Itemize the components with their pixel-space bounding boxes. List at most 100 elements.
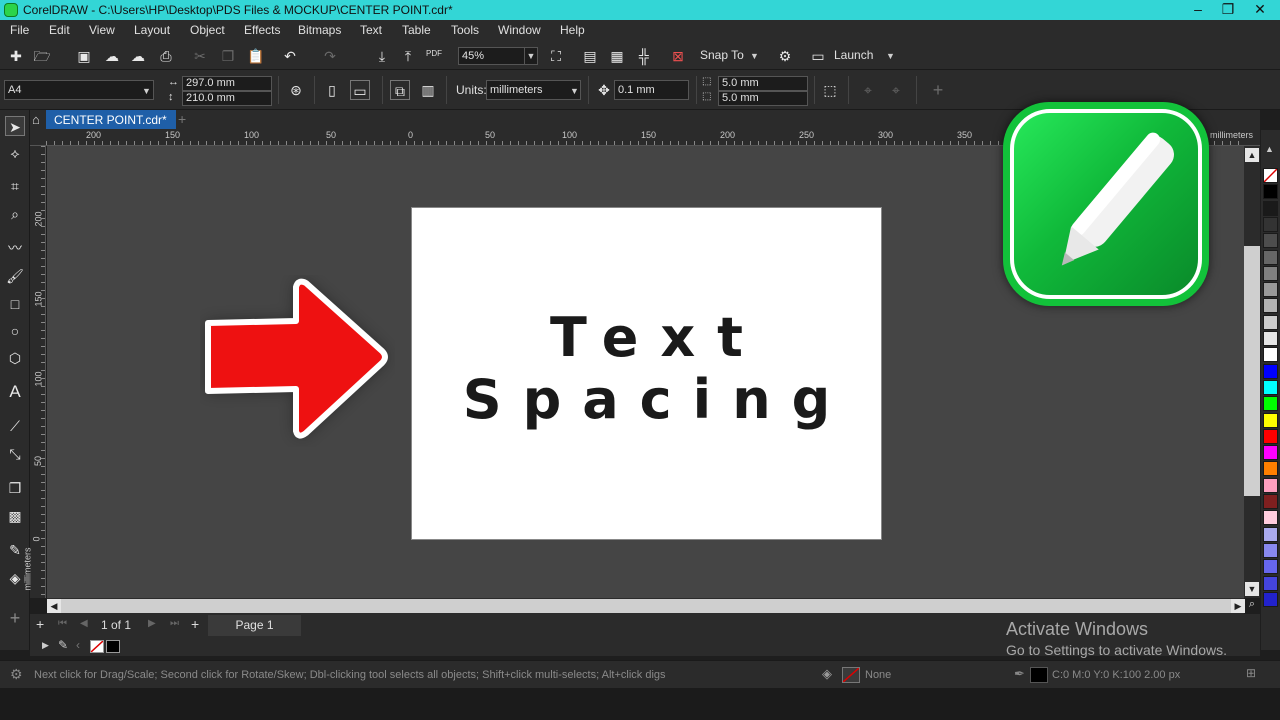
palette-swatch[interactable] bbox=[1263, 494, 1278, 509]
menu-object[interactable]: Object bbox=[190, 23, 225, 37]
horizontal-scroll-thumb[interactable] bbox=[61, 599, 1231, 613]
scroll-up-arrow-icon[interactable]: ▲ bbox=[1245, 148, 1259, 162]
restore-button[interactable]: ❐ bbox=[1214, 0, 1242, 20]
import-icon[interactable]: ⤓ bbox=[372, 46, 392, 66]
launch-icon[interactable]: ▭ bbox=[808, 46, 828, 66]
menu-text[interactable]: Text bbox=[360, 23, 382, 37]
copy-icon[interactable]: ❐ bbox=[218, 46, 238, 66]
connector-tool-icon[interactable]: ⤡ bbox=[5, 444, 25, 464]
add-page-after-icon[interactable]: + bbox=[191, 616, 199, 632]
redo-icon[interactable]: ↷ bbox=[320, 46, 340, 66]
collapse-arrow-icon[interactable]: ‹ bbox=[76, 638, 80, 652]
previous-page-icon[interactable]: ◀ bbox=[80, 618, 88, 629]
landscape-icon[interactable]: ▭ bbox=[350, 80, 370, 100]
home-icon[interactable]: ⌂ bbox=[32, 112, 46, 128]
show-grid-icon[interactable]: ▦ bbox=[607, 46, 627, 66]
palette-swatch[interactable] bbox=[1263, 331, 1278, 346]
add-tool-icon[interactable]: + bbox=[5, 608, 25, 628]
horizontal-scrollbar[interactable]: ◀ ▶ bbox=[47, 598, 1245, 614]
no-color-swatch[interactable] bbox=[90, 640, 104, 653]
artistic-media-tool-icon[interactable]: 🖌 bbox=[5, 266, 25, 286]
ellipse-tool-icon[interactable]: ○ bbox=[5, 321, 25, 341]
publish-pdf-icon[interactable]: PDF bbox=[426, 49, 442, 58]
pick-tool-icon[interactable]: ➤ bbox=[5, 116, 25, 136]
options-gear-icon[interactable]: ⚙ bbox=[775, 46, 795, 66]
edit-bleed-icon[interactable]: ⬚ bbox=[820, 80, 840, 100]
palette-swatch[interactable] bbox=[1263, 379, 1278, 395]
nudge-distance-field[interactable]: 0.1 mm bbox=[614, 80, 689, 100]
zoom-corner-icon[interactable]: ⌕ bbox=[1244, 598, 1260, 614]
page-tab[interactable]: Page 1 bbox=[208, 615, 301, 636]
align-icon[interactable]: ⌖ bbox=[886, 80, 906, 100]
dimension-tool-icon[interactable]: ⟋ bbox=[5, 416, 25, 436]
palette-swatch[interactable] bbox=[1263, 591, 1278, 607]
cloud-download-icon[interactable]: ☁ bbox=[128, 46, 148, 66]
zoom-level-field[interactable]: 45% bbox=[458, 47, 528, 65]
treat-as-filled-icon[interactable]: ⌖ bbox=[858, 80, 878, 100]
expand-arrow-icon[interactable]: ▶ bbox=[42, 640, 49, 651]
crop-tool-icon[interactable]: ⌗ bbox=[5, 176, 25, 196]
menu-view[interactable]: View bbox=[89, 23, 115, 37]
page-size-select[interactable]: A4 bbox=[4, 80, 154, 100]
launch-dropdown-arrow[interactable]: ▼ bbox=[886, 51, 895, 61]
zoom-dropdown-arrow[interactable]: ▼ bbox=[524, 47, 538, 65]
cloud-upload-icon[interactable]: ☁ bbox=[102, 46, 122, 66]
outline-color-swatch[interactable] bbox=[1030, 667, 1048, 683]
all-pages-icon[interactable]: ⧉ bbox=[390, 80, 410, 100]
menu-window[interactable]: Window bbox=[498, 23, 541, 37]
palette-swatch[interactable] bbox=[1263, 298, 1278, 314]
palette-swatch[interactable] bbox=[1263, 445, 1278, 461]
portrait-icon[interactable]: ▯ bbox=[322, 80, 342, 100]
palette-swatch[interactable] bbox=[1263, 559, 1278, 575]
shape-tool-icon[interactable]: ⟡ bbox=[5, 143, 25, 163]
add-toolbar-icon[interactable]: + bbox=[928, 80, 948, 100]
palette-swatch[interactable] bbox=[1263, 282, 1278, 298]
menu-help[interactable]: Help bbox=[560, 23, 585, 37]
palette-swatch[interactable] bbox=[1263, 249, 1278, 265]
black-swatch[interactable] bbox=[106, 640, 120, 653]
palette-swatch[interactable] bbox=[1263, 233, 1278, 249]
freehand-tool-icon[interactable]: 〰 bbox=[5, 238, 25, 258]
menu-table[interactable]: Table bbox=[402, 23, 431, 37]
print-icon[interactable]: ⎙ bbox=[156, 46, 176, 66]
scroll-right-arrow-icon[interactable]: ▶ bbox=[1231, 599, 1245, 613]
status-bar-menu-icon[interactable]: ⊞ bbox=[1246, 666, 1256, 680]
launch-button[interactable]: Launch bbox=[834, 48, 873, 62]
palette-swatch[interactable] bbox=[1263, 510, 1278, 526]
rectangle-tool-icon[interactable]: □ bbox=[5, 294, 25, 314]
palette-swatch[interactable] bbox=[1263, 200, 1278, 216]
menu-edit[interactable]: Edit bbox=[49, 23, 70, 37]
palette-swatch[interactable] bbox=[1263, 184, 1278, 200]
palette-swatch[interactable] bbox=[1263, 412, 1278, 428]
full-screen-icon[interactable]: ⛶ bbox=[546, 46, 566, 66]
show-rulers-icon[interactable]: ▤ bbox=[580, 46, 600, 66]
first-page-icon[interactable]: ⏮ bbox=[58, 618, 67, 629]
palette-swatch[interactable] bbox=[1263, 265, 1278, 281]
menu-effects[interactable]: Effects bbox=[244, 23, 280, 37]
palette-swatch[interactable] bbox=[1263, 461, 1278, 477]
scroll-left-arrow-icon[interactable]: ◀ bbox=[47, 599, 61, 613]
duplicate-y-field[interactable]: 5.0 mm bbox=[718, 91, 808, 106]
palette-swatch[interactable] bbox=[1263, 428, 1278, 444]
save-icon[interactable]: ▣ bbox=[74, 46, 94, 66]
page-height-field[interactable]: 210.0 mm bbox=[182, 91, 272, 106]
all-pages-size-icon[interactable]: ⊛ bbox=[286, 80, 306, 100]
page-text-line-1[interactable]: Text bbox=[412, 306, 881, 369]
menu-layout[interactable]: Layout bbox=[134, 23, 170, 37]
vertical-scrollbar[interactable]: ▲ ▼ bbox=[1244, 146, 1260, 598]
document-tab[interactable]: CENTER POINT.cdr* bbox=[46, 110, 176, 129]
cut-icon[interactable]: ✂ bbox=[190, 46, 210, 66]
palette-swatch[interactable] bbox=[1263, 314, 1278, 330]
drop-shadow-tool-icon[interactable]: ❐ bbox=[5, 478, 25, 498]
units-select[interactable]: millimeters bbox=[486, 80, 581, 100]
eyedropper-icon[interactable]: ✎ bbox=[58, 638, 68, 652]
snap-off-icon[interactable]: ⊠ bbox=[668, 46, 688, 66]
palette-swatch[interactable] bbox=[1263, 542, 1278, 558]
page-width-field[interactable]: 297.0 mm bbox=[182, 76, 272, 91]
menu-bitmaps[interactable]: Bitmaps bbox=[298, 23, 341, 37]
show-guidelines-icon[interactable]: ╬ bbox=[634, 46, 654, 66]
settings-gear-icon[interactable]: ⚙ bbox=[10, 666, 23, 683]
transparency-tool-icon[interactable]: ▩ bbox=[5, 506, 25, 526]
current-page-icon[interactable]: ▥ bbox=[418, 80, 438, 100]
vertical-scroll-thumb[interactable] bbox=[1244, 246, 1260, 496]
